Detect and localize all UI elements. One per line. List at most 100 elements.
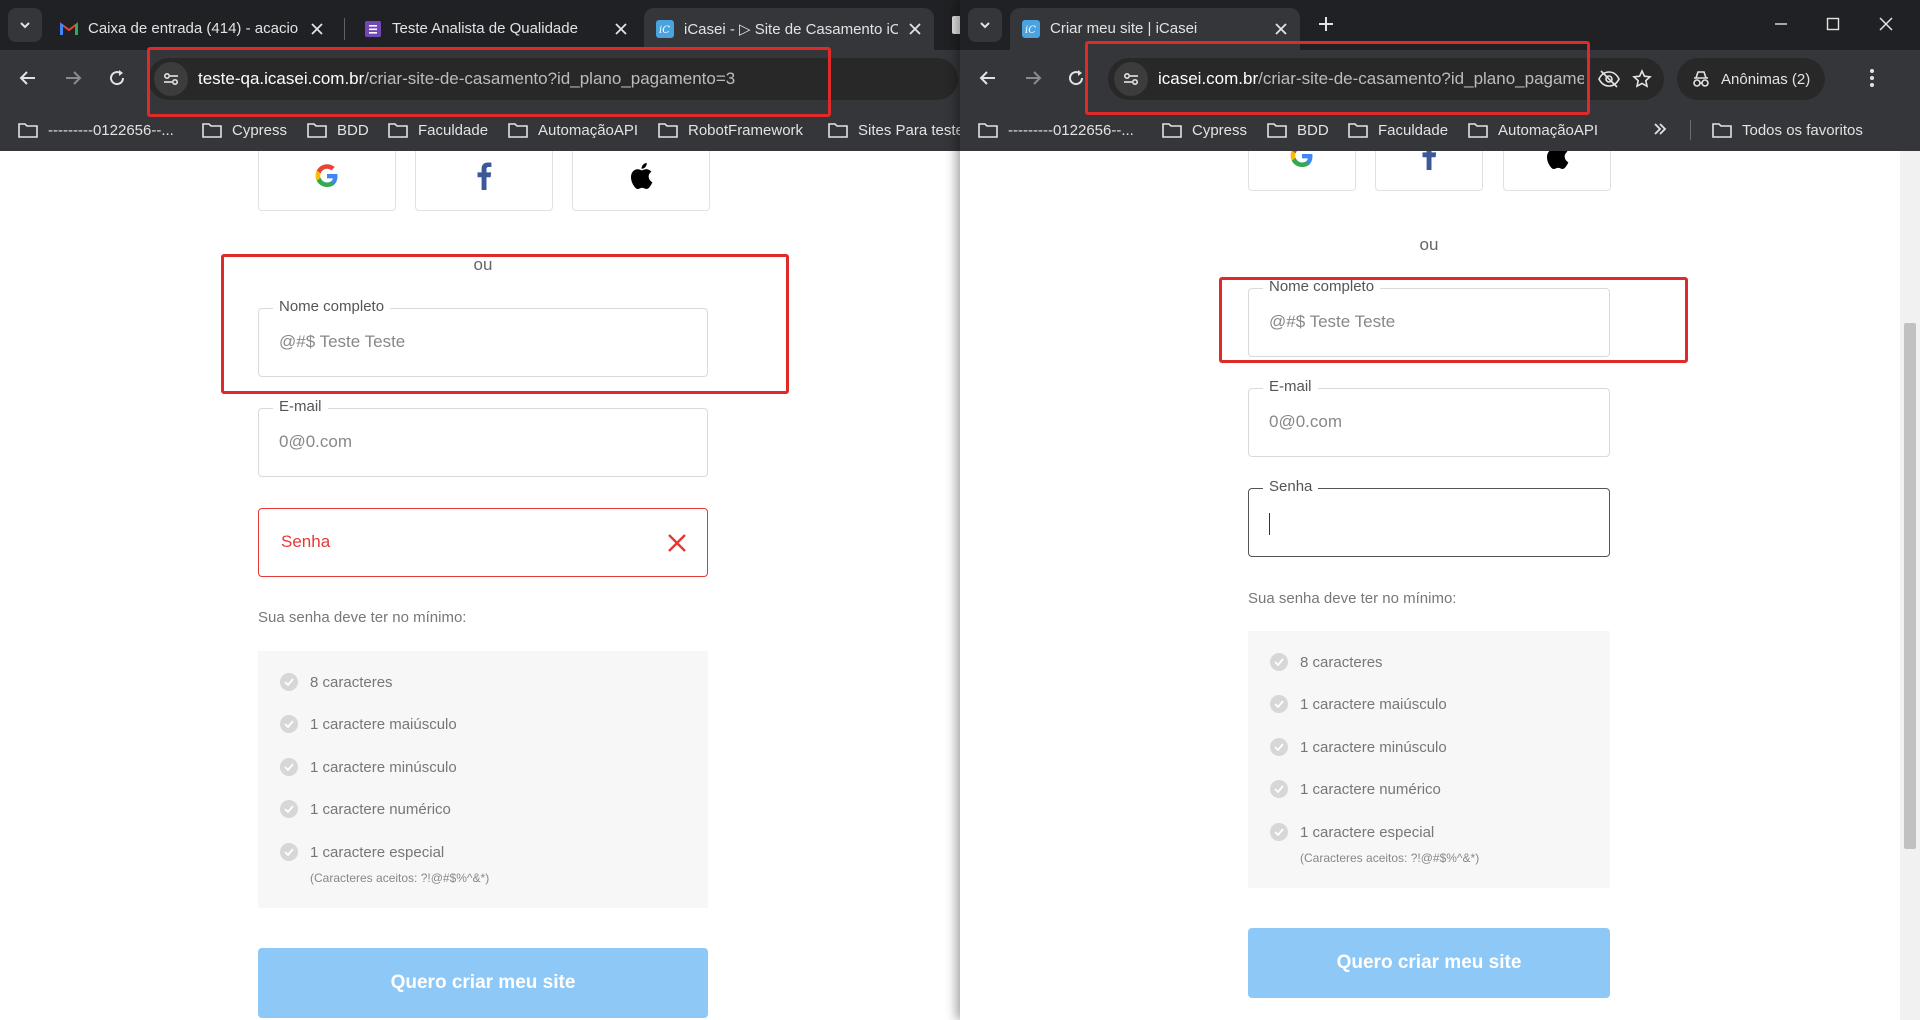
bookmark-folder[interactable]: Cypress <box>202 120 287 140</box>
requirement-text: 1 caractere minúsculo <box>310 758 457 776</box>
scrollbar-thumb[interactable] <box>1904 323 1916 849</box>
google-login-button[interactable] <box>258 151 396 211</box>
bookmark-folder[interactable]: BDD <box>307 120 369 140</box>
page-content: ou Nome completo @#$ Teste Teste E-mail … <box>960 151 1900 1020</box>
bookmark-label: ---------0122656--... <box>48 121 174 139</box>
bookmark-folder[interactable]: AutomaçãoAPI <box>1468 120 1598 140</box>
check-icon <box>1270 780 1288 798</box>
highlight-url <box>147 47 831 117</box>
password-hint: Sua senha deve ter no mínimo: <box>1248 590 1457 607</box>
back-button[interactable] <box>970 60 1006 96</box>
requirement-item: 1 caractere especial <box>280 843 444 861</box>
requirement-text: 1 caractere minúsculo <box>1300 738 1447 756</box>
check-icon <box>1270 653 1288 671</box>
forward-button[interactable] <box>55 60 91 96</box>
requirement-item: 8 caracteres <box>1270 653 1383 671</box>
folder-icon <box>202 123 222 138</box>
tab-title: iCasei - ▷ Site de Casamento iC <box>684 21 898 38</box>
check-icon <box>280 800 298 818</box>
bookmark-folder[interactable]: ---------0122656--... <box>978 120 1134 140</box>
close-icon <box>1879 17 1893 31</box>
maximize-button[interactable] <box>1815 6 1851 42</box>
chevron-down-icon <box>980 22 990 29</box>
requirement-item: 1 caractere especial <box>1270 823 1434 841</box>
tab-search-button[interactable] <box>968 8 1002 42</box>
plus-icon <box>1319 17 1333 31</box>
email-field[interactable]: E-mail 0@0.com <box>258 398 708 477</box>
forward-button[interactable] <box>1015 60 1051 96</box>
google-icon <box>1290 151 1313 167</box>
gmail-icon <box>60 20 78 38</box>
email-field[interactable]: E-mail 0@0.com <box>1248 378 1610 457</box>
text-cursor <box>1269 513 1270 535</box>
apple-login-button[interactable] <box>572 151 710 211</box>
close-icon[interactable] <box>1272 20 1290 38</box>
svg-text:iC: iC <box>1025 25 1036 36</box>
requirement-item: 1 caractere numérico <box>1270 780 1441 798</box>
highlight-url <box>1085 41 1590 115</box>
requirement-text: 1 caractere numérico <box>1300 780 1441 798</box>
tab-forms[interactable]: Teste Analista de Qualidade <box>352 8 640 50</box>
bookmark-label: Todos os favoritos <box>1742 121 1863 139</box>
facebook-login-button[interactable] <box>415 151 553 211</box>
back-button[interactable] <box>10 60 46 96</box>
highlight-name-field <box>1219 277 1688 363</box>
reload-button[interactable] <box>99 60 135 96</box>
more-vertical-icon <box>1870 69 1874 87</box>
tab-search-button[interactable] <box>8 8 42 42</box>
bookmark-folder[interactable]: Cypress <box>1162 120 1247 140</box>
apple-login-button[interactable] <box>1503 151 1611 191</box>
incognito-icon <box>1693 71 1709 87</box>
folder-icon <box>1267 123 1287 138</box>
close-window-button[interactable] <box>1868 6 1904 42</box>
bookmark-folder[interactable]: Sites Para teste <box>828 120 960 140</box>
tab-icasei[interactable]: iC iCasei - ▷ Site de Casamento iC <box>644 8 934 50</box>
bookmark-folder[interactable]: RobotFramework <box>658 120 803 140</box>
left-browser-window: Caixa de entrada (414) - acacio Teste An… <box>0 0 960 1020</box>
tab-gmail[interactable]: Caixa de entrada (414) - acacio <box>48 8 336 50</box>
incognito-button[interactable]: Anônimas (2) <box>1677 58 1825 100</box>
bookmark-folder[interactable]: Faculdade <box>388 120 488 140</box>
email-label: E-mail <box>1263 378 1318 395</box>
more-bookmarks-button[interactable] <box>1642 111 1678 147</box>
create-site-button[interactable]: Quero criar meu site <box>1248 928 1610 998</box>
requirement-item: 1 caractere numérico <box>280 800 451 818</box>
password-placeholder: Senha <box>281 532 331 551</box>
email-value: 0@0.com <box>1269 412 1343 431</box>
all-bookmarks-folder[interactable]: Todos os favoritos <box>1712 120 1863 140</box>
close-icon[interactable] <box>906 20 924 38</box>
password-hint: Sua senha deve ter no mínimo: <box>258 609 467 626</box>
partial-tab-icon <box>952 16 960 34</box>
check-icon <box>280 673 298 691</box>
bookmark-label: Sites Para teste <box>858 121 960 139</box>
eye-off-icon[interactable] <box>1598 69 1620 89</box>
bookmark-folder[interactable]: Faculdade <box>1348 120 1448 140</box>
bookmark-folder[interactable]: BDD <box>1267 120 1329 140</box>
bookmark-folder[interactable]: ---------0122656--... <box>18 120 174 140</box>
close-icon[interactable] <box>308 20 326 38</box>
accepted-characters-note: (Caracteres aceitos: ?!@#$%^&*) <box>310 871 490 885</box>
right-browser-window: iC Criar meu site | iCasei icasei.com.br… <box>960 0 1920 1020</box>
requirement-item: 8 caracteres <box>280 673 393 691</box>
star-icon[interactable] <box>1632 69 1652 89</box>
svg-text:iC: iC <box>659 25 670 36</box>
forms-icon <box>364 20 382 38</box>
scrollbar[interactable] <box>1900 151 1920 1020</box>
google-icon <box>315 164 338 187</box>
menu-button[interactable] <box>1854 60 1890 96</box>
minimize-button[interactable] <box>1763 6 1799 42</box>
requirement-text: 1 caractere numérico <box>310 800 451 818</box>
folder-icon <box>18 123 38 138</box>
close-icon[interactable] <box>612 20 630 38</box>
requirement-text: 1 caractere especial <box>310 843 445 861</box>
requirement-item: 1 caractere maiúsculo <box>280 715 457 733</box>
check-icon <box>1270 738 1288 756</box>
bookmark-folder[interactable]: AutomaçãoAPI <box>508 120 638 140</box>
password-field[interactable]: Senha <box>1248 478 1610 557</box>
facebook-login-button[interactable] <box>1375 151 1483 191</box>
password-field[interactable]: Senha <box>258 508 708 577</box>
tab-separator <box>344 18 345 40</box>
google-login-button[interactable] <box>1248 151 1356 191</box>
create-site-button[interactable]: Quero criar meu site <box>258 948 708 1018</box>
new-tab-button[interactable] <box>1308 6 1344 42</box>
